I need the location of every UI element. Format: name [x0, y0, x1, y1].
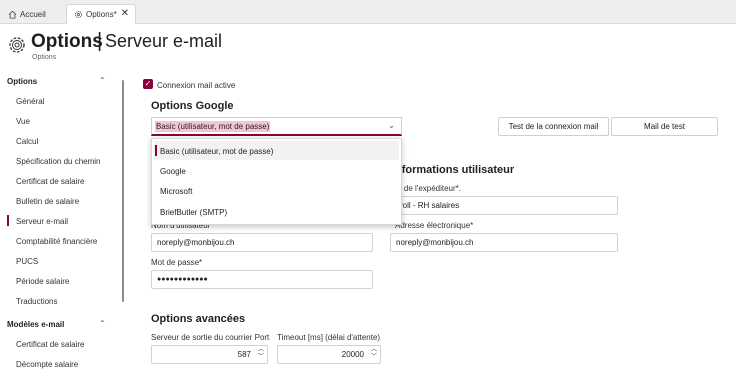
- timeout-value: 20000: [341, 350, 364, 359]
- auth-method-select[interactable]: Basic (utilisateur, mot de passe) ⌄: [151, 117, 402, 136]
- options-gear-icon: [9, 37, 25, 53]
- tab-options-label: Options*: [86, 10, 117, 19]
- chevron-up-icon[interactable]: ⌃: [99, 76, 106, 85]
- sidebar-item-serveur-email[interactable]: Serveur e-mail: [16, 217, 68, 226]
- dropdown-option-google[interactable]: Google: [160, 167, 186, 176]
- gear-icon: [75, 11, 82, 18]
- port-stepper[interactable]: 587 ︿ ﹀: [151, 345, 268, 364]
- password-field[interactable]: ●●●●●●●●●●●●: [151, 270, 373, 289]
- mail-active-checkbox[interactable]: ✓: [143, 79, 153, 89]
- sidebar-item-vue[interactable]: Vue: [16, 117, 30, 126]
- stepper-arrows-icon[interactable]: ︿ ﹀: [371, 347, 377, 361]
- sidebar: Options ⌃ Général Vue Calcul Spécificati…: [0, 70, 124, 379]
- test-mail-button[interactable]: Mail de test: [611, 117, 718, 136]
- tab-home-label: Accueil: [20, 9, 46, 19]
- port-label: Serveur de sortie du courrier Port: [151, 333, 270, 342]
- dropdown-option-briefbutler[interactable]: BriefButler (SMTP): [160, 208, 227, 217]
- password-label: Mot de passe*: [151, 258, 203, 267]
- port-value: 587: [237, 350, 251, 359]
- sidebar-item-certificat-salaire[interactable]: Certificat de salaire: [16, 177, 84, 186]
- dropdown-option-microsoft[interactable]: Microsoft: [160, 187, 192, 196]
- sidebar-item-periode-salaire[interactable]: Période salaire: [16, 277, 69, 286]
- email-field[interactable]: noreply@monbijou.ch: [390, 233, 618, 252]
- sidebar-item-modele-decompte[interactable]: Décompte salaire: [16, 360, 78, 369]
- chevron-up-icon[interactable]: ⌃: [99, 319, 106, 328]
- sidebar-item-comptabilite[interactable]: Comptabilité financière: [16, 237, 97, 246]
- timeout-label: Timeout [ms] (délai d'attente): [277, 333, 381, 342]
- sidebar-item-calcul[interactable]: Calcul: [16, 137, 38, 146]
- chevron-down-icon: ⌄: [388, 121, 395, 130]
- timeout-stepper[interactable]: 20000 ︿ ﹀: [277, 345, 381, 364]
- home-icon: [8, 10, 17, 19]
- sidebar-group-modeles[interactable]: Modèles e-mail: [7, 320, 64, 329]
- sidebar-item-modele-certificat[interactable]: Certificat de salaire: [16, 340, 84, 349]
- username-field[interactable]: noreply@monbijou.ch: [151, 233, 373, 252]
- tab-options[interactable]: Options* ✕: [66, 4, 136, 24]
- user-info-heading: nformations utilisateur: [395, 164, 515, 176]
- sidebar-item-general[interactable]: Général: [16, 97, 44, 106]
- page-subtitle: Serveur e-mail: [105, 31, 223, 51]
- stepper-arrows-icon[interactable]: ︿ ﹀: [258, 347, 264, 361]
- sidebar-item-specification-chemin[interactable]: Spécification du chemin: [16, 157, 101, 166]
- page-title: Options: [31, 31, 103, 52]
- dropdown-selected-indicator: [155, 145, 157, 156]
- breadcrumb: Options: [32, 54, 57, 61]
- main-content: ✓ Connexion mail active Options Google B…: [124, 70, 736, 379]
- mail-active-label: Connexion mail active: [157, 81, 236, 90]
- sidebar-item-pucs[interactable]: PUCS: [16, 257, 38, 266]
- tab-home[interactable]: Accueil: [8, 4, 46, 24]
- title-separator: |: [97, 30, 103, 52]
- tab-bar: Accueil Options* ✕: [0, 0, 736, 24]
- test-connection-button[interactable]: Test de la connexion mail: [498, 117, 609, 136]
- page-header: Options | Serveur e-mail Options: [0, 24, 736, 68]
- sidebar-item-traductions[interactable]: Traductions: [16, 297, 58, 306]
- sender-name-field[interactable]: yroll - RH salaires: [390, 196, 618, 215]
- email-label: Adresse électronique*: [395, 221, 474, 230]
- sidebar-active-indicator: [7, 215, 9, 226]
- advanced-options-heading: Options avancées: [151, 313, 246, 325]
- auth-method-dropdown: Basic (utilisateur, mot de passe) Google…: [151, 138, 402, 225]
- google-options-heading: Options Google: [151, 100, 234, 112]
- dropdown-option-basic[interactable]: Basic (utilisateur, mot de passe): [160, 147, 273, 156]
- auth-method-value: Basic (utilisateur, mot de passe): [155, 120, 271, 132]
- sender-name-label: m de l'expéditeur*.: [395, 184, 462, 193]
- close-icon[interactable]: ✕: [121, 8, 129, 19]
- sidebar-group-options[interactable]: Options: [7, 77, 37, 86]
- sidebar-item-bulletin-salaire[interactable]: Bulletin de salaire: [16, 197, 79, 206]
